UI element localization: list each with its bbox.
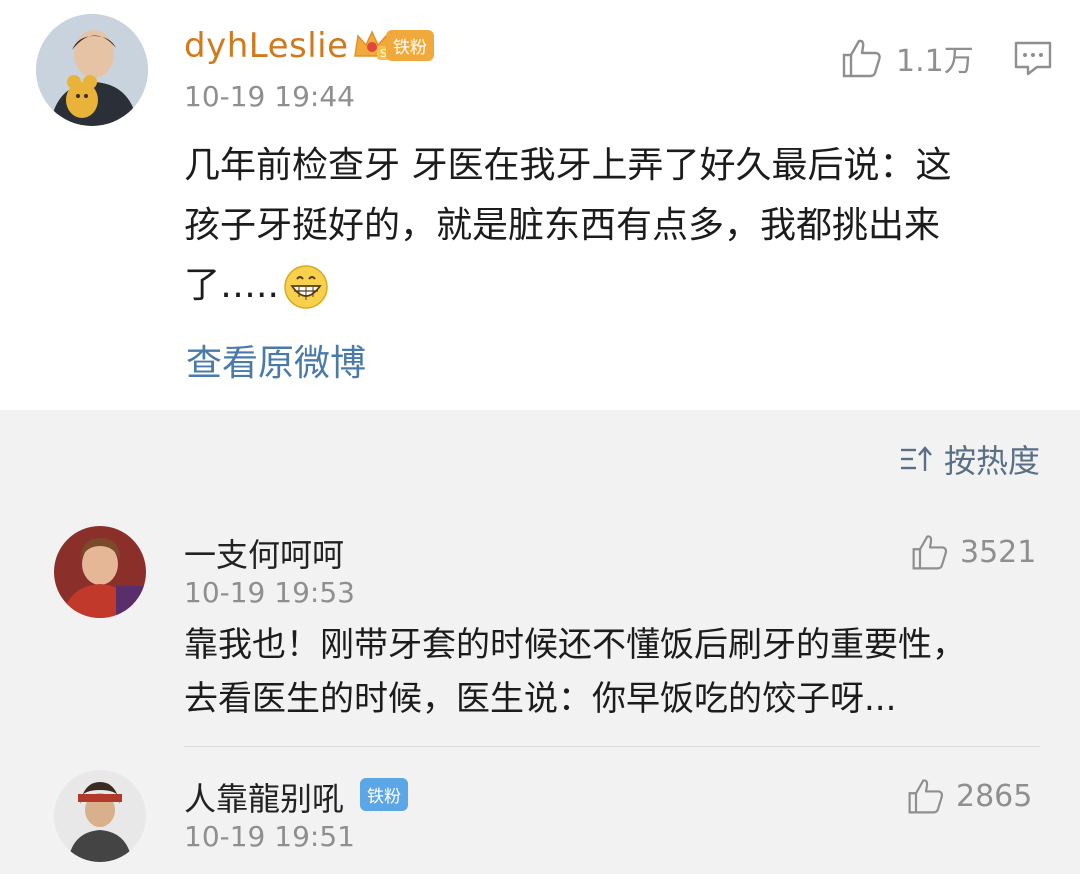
like-button[interactable]: 1.1万: [840, 36, 974, 80]
view-original-link[interactable]: 查看原微博: [186, 334, 366, 386]
badge-label: 铁粉: [386, 29, 434, 61]
sort-icon: [900, 446, 932, 471]
post-text-line: 孩子牙挺好的，就是脏东西有点多，我都挑出来: [184, 205, 941, 246]
username[interactable]: 一支何呵呵: [184, 530, 344, 576]
thumbs-up-icon: [908, 779, 944, 814]
avatar-image: [54, 770, 146, 862]
avatar[interactable]: [54, 526, 146, 618]
sort-label: 按热度: [943, 442, 1040, 480]
timestamp: 10-19 19:53: [184, 576, 355, 609]
post-text-line: 几年前检查牙 牙医在我牙上弄了好久最后说：这: [184, 145, 952, 186]
avatar[interactable]: [54, 770, 146, 862]
post-text: 几年前检查牙 牙医在我牙上弄了好久最后说：这 孩子牙挺好的，就是脏东西有点多，我…: [184, 136, 1034, 316]
username[interactable]: 人靠龍别吼: [184, 774, 344, 820]
comment-text-line: 靠我也！刚带牙套的时候还不懂饭后刷牙的重要性，: [184, 625, 966, 665]
like-count: 3521: [960, 534, 1037, 570]
avatar[interactable]: [36, 14, 148, 126]
avatar-image: [54, 526, 146, 618]
sort-toggle[interactable]: 按热度: [898, 436, 1040, 482]
avatar-image: [36, 14, 148, 126]
grin-emoji-icon: [284, 265, 328, 309]
fan-badge: 铁粉: [360, 778, 408, 811]
comment-icon[interactable]: [1012, 38, 1054, 78]
post-text-line: 了…..: [184, 265, 279, 306]
like-count: 1.1万: [896, 44, 974, 79]
comment-text: 靠我也！刚带牙套的时候还不懂饭后刷牙的重要性， 去看医生的时候，医生说：你早饭吃…: [184, 618, 1044, 726]
timestamp: 10-19 19:44: [184, 80, 355, 113]
like-button[interactable]: 3521: [910, 532, 1036, 572]
like-button[interactable]: 2865: [906, 776, 1032, 816]
timestamp: 10-19 19:51: [184, 820, 355, 853]
comment-text-line: 去看医生的时候，医生说：你早饭吃的饺子呀...: [184, 679, 897, 719]
fan-badge: S 铁粉: [352, 28, 434, 62]
main-post: dyhLeslie S 铁粉 10-19 19:44 1.1万 几年前检查牙 牙…: [0, 0, 1080, 410]
badge-label: 铁粉: [360, 778, 408, 811]
divider: [184, 746, 1040, 747]
thumbs-up-icon: [842, 39, 881, 78]
post-text-line-with-emoji: 了…..: [184, 256, 1034, 316]
thumbs-up-icon: [912, 535, 948, 570]
username[interactable]: dyhLeslie: [184, 26, 349, 66]
like-count: 2865: [956, 778, 1033, 814]
